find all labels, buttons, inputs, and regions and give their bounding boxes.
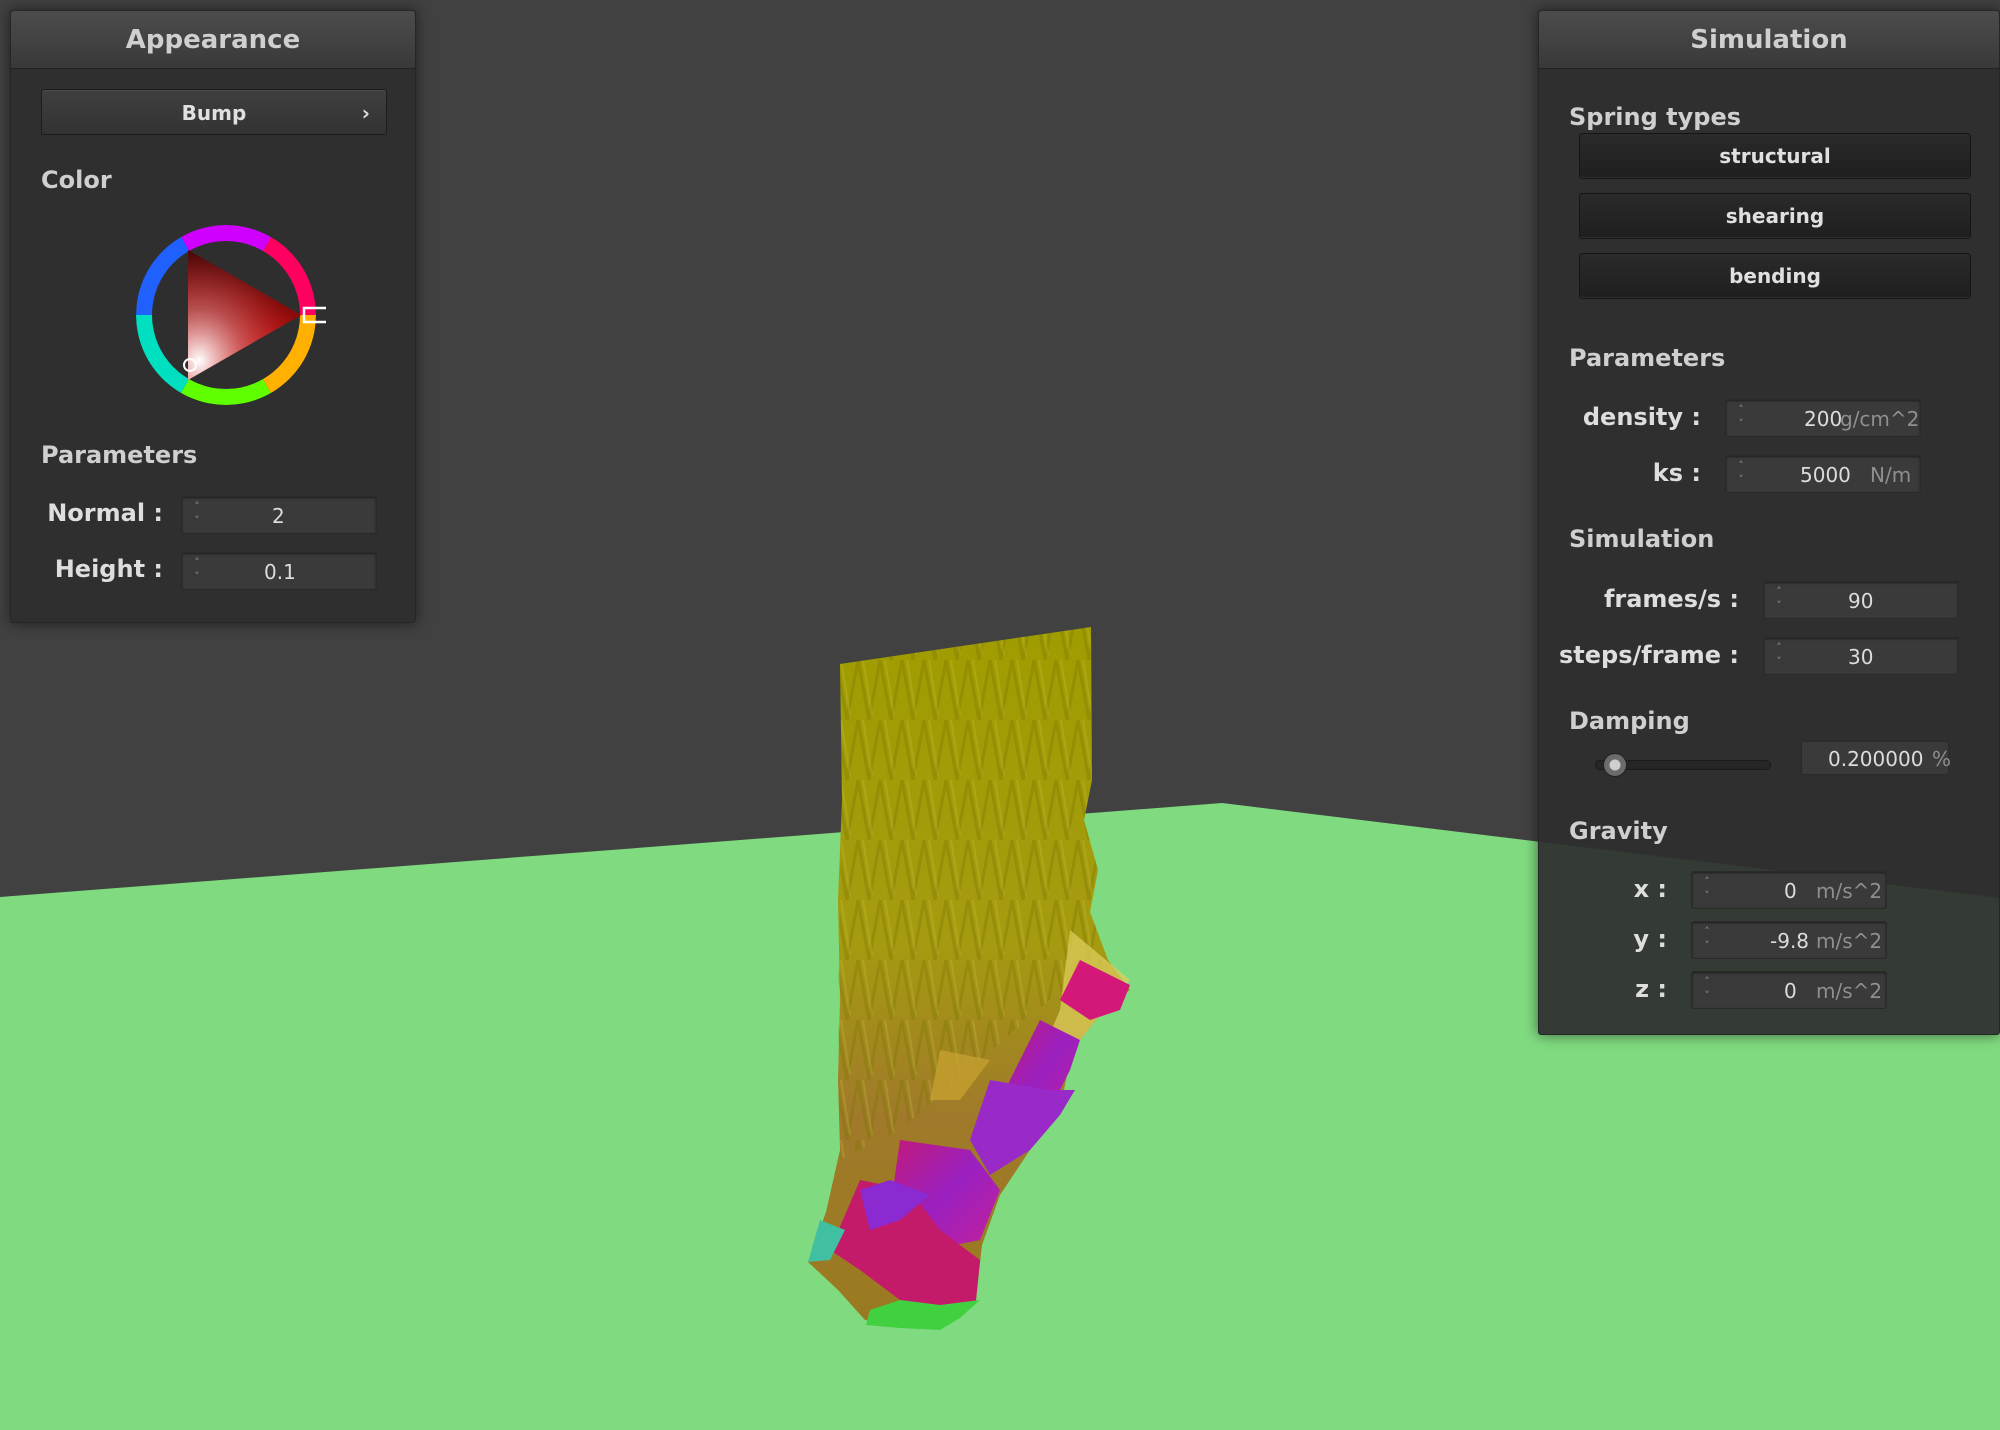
sim-section-label: Simulation [1569, 525, 1715, 553]
simulation-title: Simulation [1539, 11, 1999, 69]
spinner-arrows-icon[interactable]: ˄ ˅ [1734, 459, 1748, 489]
sim-params-label: Parameters [1569, 344, 1726, 372]
spring-types-label: Spring types [1569, 103, 1742, 131]
shearing-toggle[interactable]: shearing [1579, 193, 1971, 239]
fps-label: frames/s : [1603, 585, 1739, 613]
gravity-y-label: y : [1633, 925, 1667, 953]
spinner-arrows-icon[interactable]: ˄ ˅ [1734, 403, 1748, 433]
appearance-title: Appearance [11, 11, 415, 69]
bending-toggle[interactable]: bending [1579, 253, 1971, 299]
steps-per-frame-input[interactable]: ˄ ˅ 30 [1763, 637, 1959, 675]
structural-toggle[interactable]: structural [1579, 133, 1971, 179]
ks-input[interactable]: ˄ ˅ 5000 N/m [1725, 455, 1921, 493]
steps-per-frame-label: steps/frame : [1559, 641, 1739, 669]
normal-input[interactable]: ˄ ˅ 2 [181, 496, 377, 534]
fps-input[interactable]: ˄ ˅ 90 [1763, 581, 1959, 619]
spinner-arrows-icon[interactable]: ˄ ˅ [1772, 641, 1786, 671]
height-label: Height : [54, 555, 163, 583]
gravity-y-input[interactable]: ˄ ˅ -9.8 m/s^2 [1691, 921, 1887, 959]
spinner-arrows-icon[interactable]: ˄ ˅ [1700, 925, 1714, 955]
damping-slider-knob[interactable] [1603, 753, 1627, 777]
simulation-panel: Simulation Spring types structural shear… [1538, 10, 2000, 1035]
gravity-z-input[interactable]: ˄ ˅ 0 m/s^2 [1691, 971, 1887, 1009]
appearance-params-label: Parameters [41, 441, 198, 469]
gravity-label: Gravity [1569, 817, 1668, 845]
shader-select-button[interactable]: Bump › [41, 89, 387, 135]
density-input[interactable]: ˄ ˅ 200 g/cm^2 [1725, 399, 1921, 437]
gravity-x-input[interactable]: ˄ ˅ 0 m/s^2 [1691, 871, 1887, 909]
damping-label: Damping [1569, 707, 1690, 735]
spinner-arrows-icon[interactable]: ˄ ˅ [190, 500, 204, 530]
normal-label: Normal : [47, 499, 163, 527]
ks-label: ks : [1652, 459, 1701, 487]
spinner-arrows-icon[interactable]: ˄ ˅ [1700, 875, 1714, 905]
spinner-arrows-icon[interactable]: ˄ ˅ [1772, 585, 1786, 615]
height-input[interactable]: ˄ ˅ 0.1 [181, 552, 377, 590]
color-wheel[interactable] [126, 215, 326, 415]
chevron-right-icon: › [361, 101, 370, 125]
color-section-label: Color [41, 166, 112, 194]
damping-value-field[interactable]: 0.200000 % [1801, 741, 1951, 775]
spinner-arrows-icon[interactable]: ˄ ˅ [190, 556, 204, 586]
appearance-panel: Appearance Bump › Color Parameters Norma… [10, 10, 416, 623]
spinner-arrows-icon[interactable]: ˄ ˅ [1700, 975, 1714, 1005]
density-label: density : [1582, 403, 1701, 431]
shader-select-label: Bump [181, 101, 247, 125]
gravity-x-label: x : [1633, 875, 1667, 903]
gravity-z-label: z : [1635, 975, 1667, 1003]
